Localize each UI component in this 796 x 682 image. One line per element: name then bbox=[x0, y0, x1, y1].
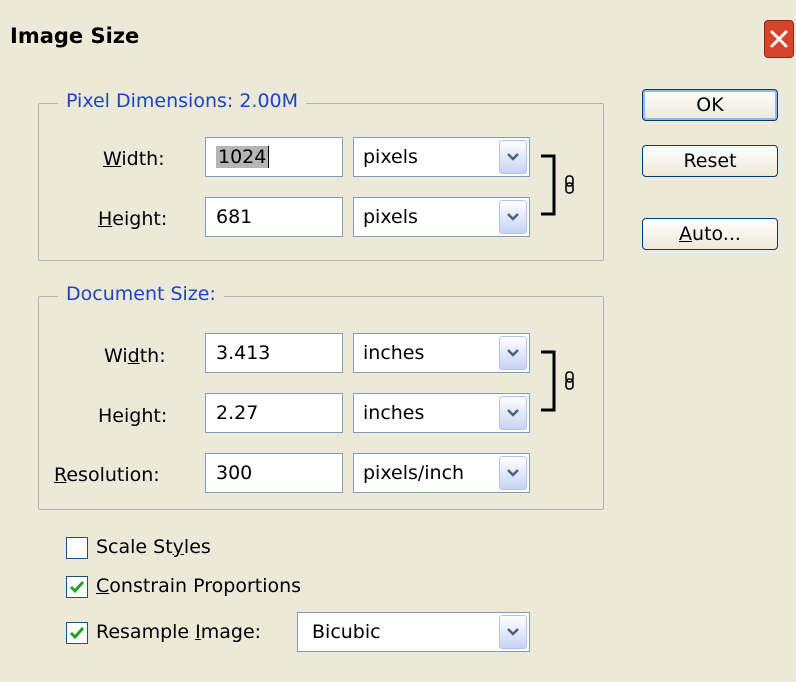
chevron-down-icon[interactable] bbox=[499, 200, 527, 234]
checkmark-icon bbox=[69, 627, 85, 640]
scale-styles-checkbox[interactable] bbox=[66, 537, 88, 559]
title-bar: Image Size bbox=[0, 0, 796, 62]
doc-height-label: Height: bbox=[98, 405, 168, 427]
pixel-height-unit-value: pixels bbox=[363, 206, 418, 228]
auto-button[interactable]: Auto... bbox=[642, 218, 778, 250]
chevron-down-icon[interactable] bbox=[499, 140, 527, 174]
scale-styles-label: Scale Styles bbox=[96, 536, 211, 558]
resample-image-checkbox[interactable] bbox=[66, 622, 88, 644]
close-icon bbox=[770, 30, 788, 48]
resolution-unit-select[interactable]: pixels/inch bbox=[353, 453, 530, 493]
doc-width-unit-select[interactable]: inches bbox=[353, 333, 530, 373]
chevron-down-icon[interactable] bbox=[499, 396, 527, 430]
doc-constrain-link-bracket bbox=[541, 350, 574, 412]
resample-image-label: Resample Image: bbox=[96, 621, 262, 643]
pixel-width-unit-value: pixels bbox=[363, 146, 418, 168]
resolution-label: Resolution: bbox=[54, 464, 160, 486]
doc-width-input[interactable]: 3.413 bbox=[205, 333, 343, 373]
resample-method-select[interactable]: Bicubic bbox=[297, 612, 530, 652]
chevron-down-icon[interactable] bbox=[499, 336, 527, 370]
pixel-height-input[interactable]: 681 bbox=[205, 197, 343, 237]
pixel-width-unit-select[interactable]: pixels bbox=[353, 137, 530, 177]
constrain-proportions-checkbox[interactable] bbox=[66, 576, 88, 598]
window-title: Image Size bbox=[10, 24, 140, 48]
pixel-height-label: Height: bbox=[98, 208, 168, 230]
pixel-constrain-link-bracket bbox=[541, 154, 574, 216]
chevron-down-icon[interactable] bbox=[499, 456, 527, 490]
constrain-proportions-label: Constrain Proportions bbox=[96, 575, 302, 597]
document-size-legend: Document Size: bbox=[58, 283, 224, 305]
reset-button[interactable]: Reset bbox=[642, 145, 778, 177]
doc-height-input[interactable]: 2.27 bbox=[205, 393, 343, 433]
chain-link-icon bbox=[565, 371, 574, 390]
pixel-dimensions-legend: Pixel Dimensions: 2.00M bbox=[58, 90, 307, 112]
pixel-height-unit-select[interactable]: pixels bbox=[353, 197, 530, 237]
doc-width-unit-value: inches bbox=[363, 342, 425, 364]
close-button[interactable] bbox=[764, 20, 794, 58]
doc-width-label: Width: bbox=[104, 345, 166, 367]
chain-link-icon bbox=[565, 175, 574, 194]
resolution-input[interactable]: 300 bbox=[205, 453, 343, 493]
resample-method-value: Bicubic bbox=[312, 621, 381, 643]
resolution-unit-value: pixels/inch bbox=[363, 462, 465, 484]
pixel-width-label: Width: bbox=[103, 148, 165, 170]
pixel-width-input[interactable]: 1024 bbox=[205, 137, 343, 177]
doc-height-unit-select[interactable]: inches bbox=[353, 393, 530, 433]
ok-button[interactable]: OK bbox=[642, 89, 778, 121]
checkmark-icon bbox=[69, 581, 85, 594]
pixel-dimensions-group bbox=[38, 103, 604, 261]
doc-height-unit-value: inches bbox=[363, 402, 425, 424]
chevron-down-icon[interactable] bbox=[499, 615, 527, 649]
